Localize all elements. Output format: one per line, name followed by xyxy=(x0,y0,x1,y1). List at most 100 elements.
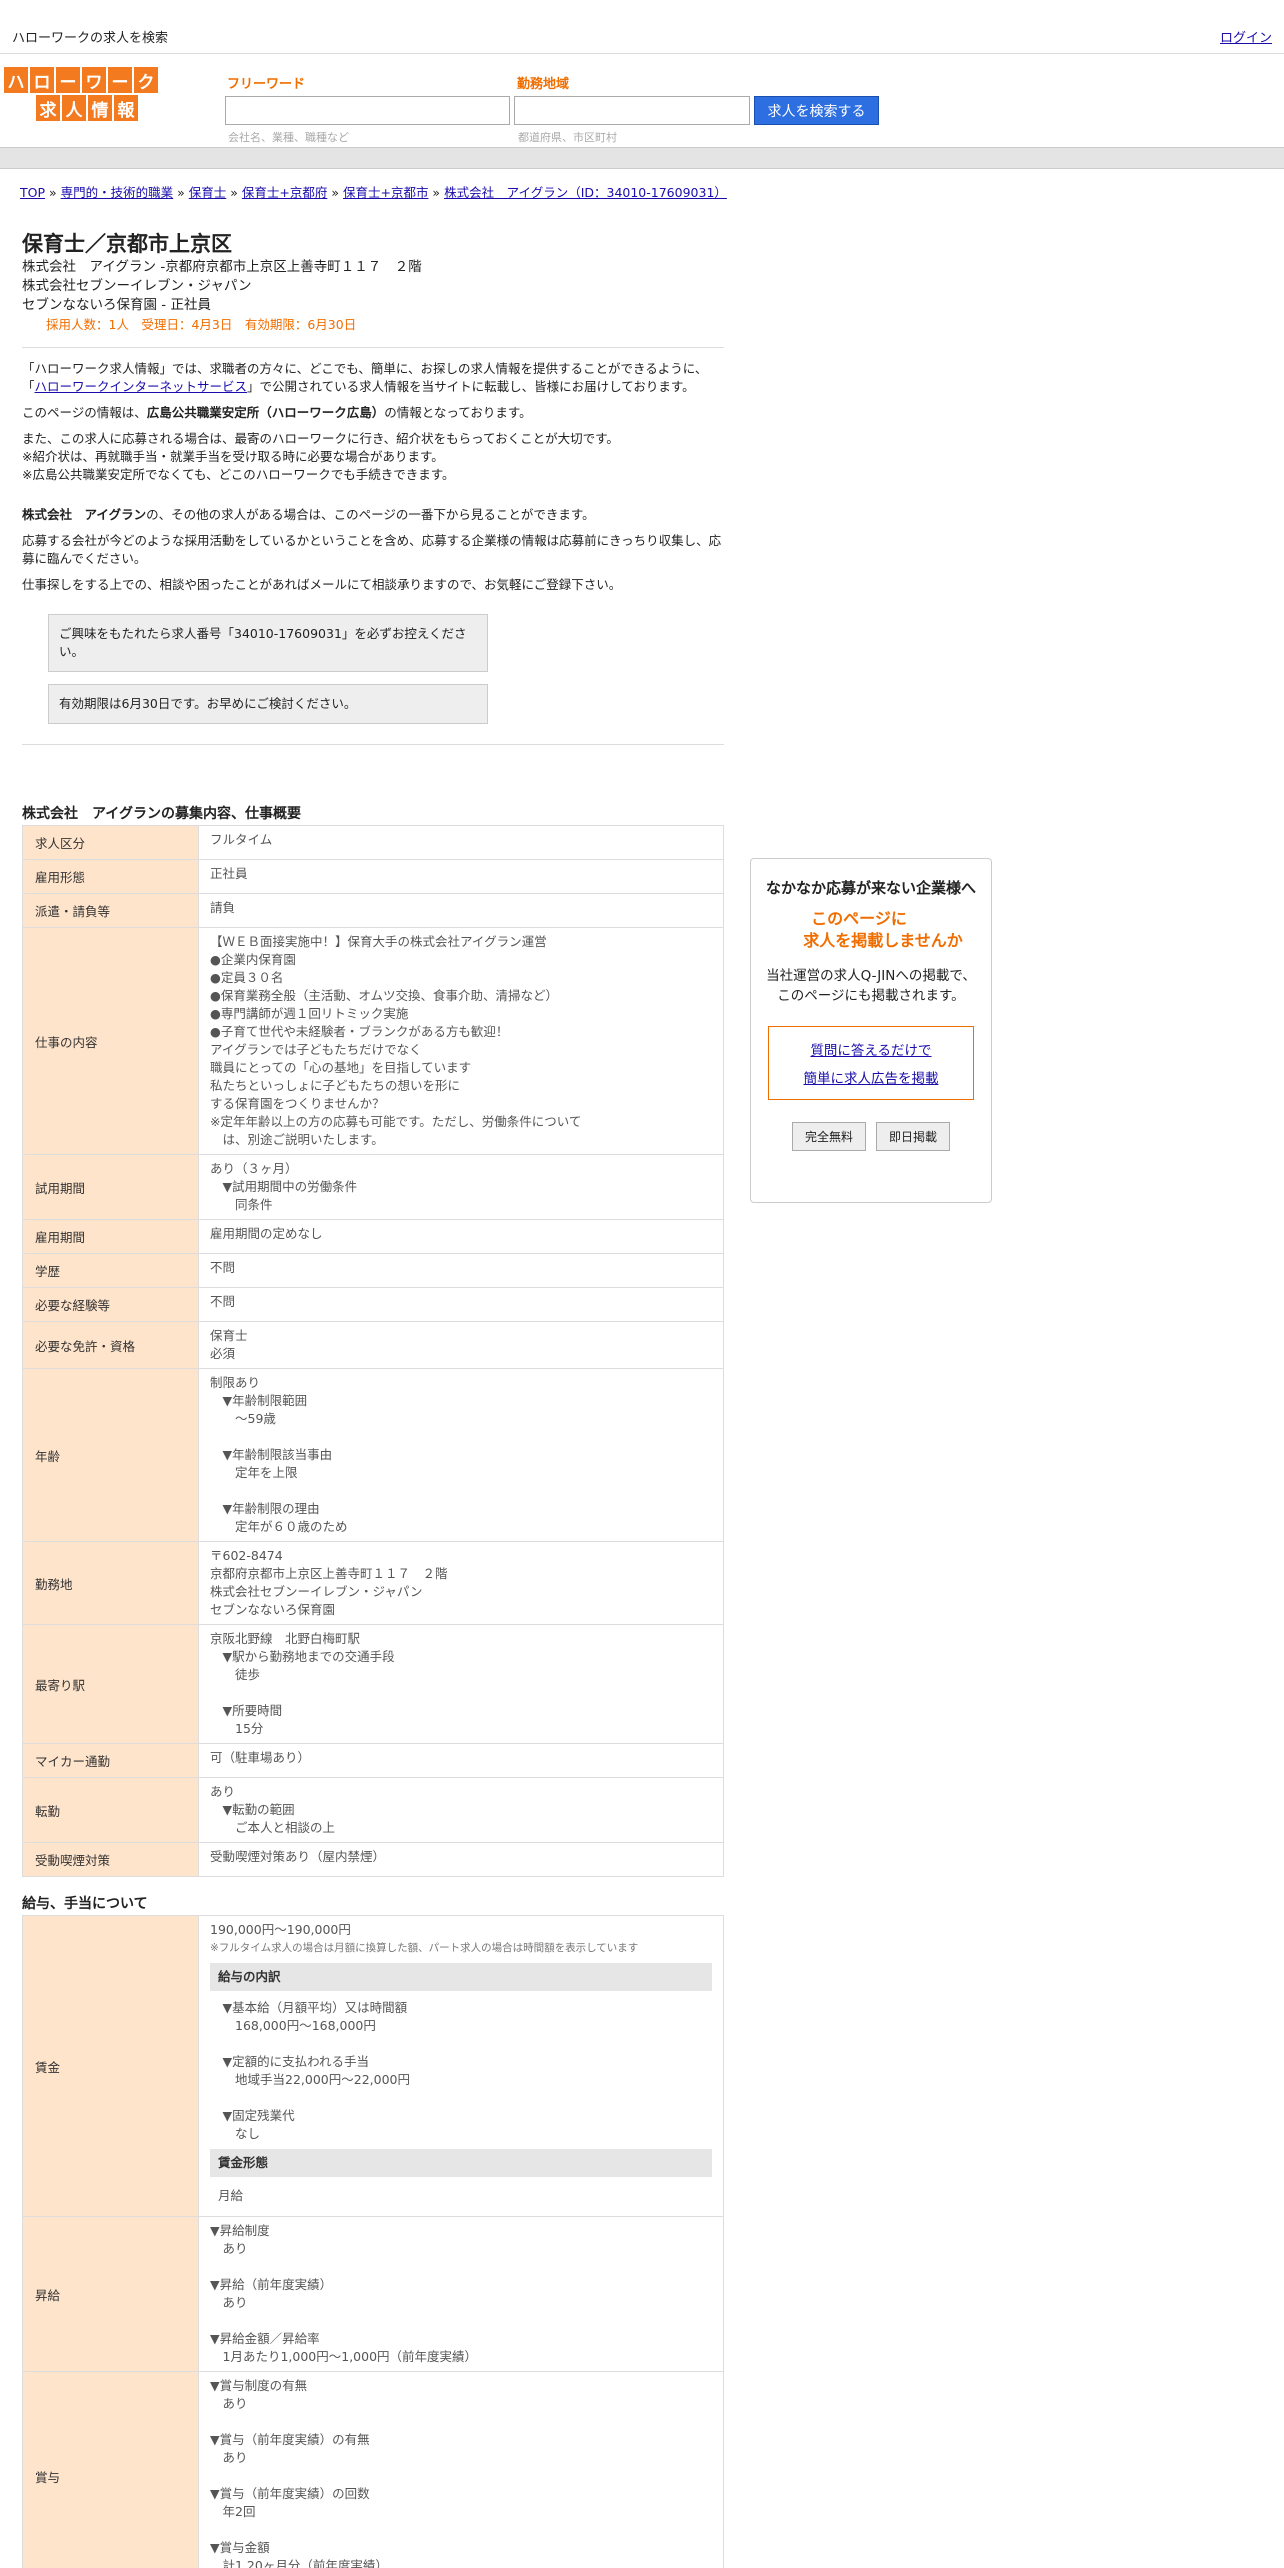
free-badge[interactable]: 完全無料 xyxy=(791,1122,866,1151)
row-header: 試用期間 xyxy=(22,1154,199,1220)
table-row: 転勤 あり ▼転勤の範囲 ご本人と相談の上 xyxy=(22,1777,724,1843)
job-overview-table: 求人区分 フルタイム 雇用形態 正社員 派遣・請負等 請負 仕事の内容 【ＷＥＢ面接実施中！】… xyxy=(22,825,724,1877)
promo-heading: なかなか応募が来ない企業様へ xyxy=(765,879,976,897)
table-row: 年齢 制限あり ▼年齢制限範囲 〜59歳 ▼年齢制限該当事由 定年を上限 ▼年齢制… xyxy=(22,1368,724,1542)
wage-breakdown: ▼基本給（月額平均）又は時間額 168,000円〜168,000円 ▼定額的に支… xyxy=(222,2000,410,2141)
wage-form: 月給 xyxy=(218,2188,244,2203)
logo-char: 情 xyxy=(88,95,112,121)
logo-char: ー xyxy=(56,67,80,93)
area-input[interactable] xyxy=(514,96,750,125)
breadcrumb-link[interactable]: 株式会社 アイグラン（ID：34010-17609031） xyxy=(444,185,727,200)
table-row: 試用期間 あり（３ヶ月） ▼試用期間中の労働条件 同条件 xyxy=(22,1154,724,1220)
table-row: 雇用期間 雇用期間の定めなし xyxy=(22,1219,724,1254)
table-row: 雇用形態 正社員 xyxy=(22,859,724,894)
referral-paragraph: また、この求人に応募される場合は、最寄のハローワークに行き、紹介状をもらっておく… xyxy=(22,431,619,446)
wage-range: 190,000円〜190,000円 xyxy=(210,1922,351,1937)
source-paragraph: このページの情報は、広島公共職業安定所（ハローワーク広島）の情報となっております… xyxy=(22,405,532,420)
promo-catchphrase: このページに 求人を掲載しませんか xyxy=(803,909,963,950)
wage-form-heading: 賃金形態 xyxy=(210,2149,712,2177)
job-number-note: ご興味をもたれたら求人番号「34010-17609031」を必ずお控えください。 xyxy=(48,614,488,672)
top-bar: ハローワークの求人を検索 ログイン xyxy=(0,0,1284,54)
row-value: あり（３ヶ月） ▼試用期間中の労働条件 同条件 xyxy=(198,1154,724,1220)
hellowork-internet-link[interactable]: ハローワークインターネットサービス xyxy=(35,379,248,394)
breadcrumb-separator: » xyxy=(173,185,189,200)
wage-breakdown-heading: 給与の内訳 xyxy=(210,1963,712,1991)
row-header: 必要な経験等 xyxy=(22,1287,199,1322)
row-header: 最寄り駅 xyxy=(22,1624,199,1744)
row-header: 派遣・請負等 xyxy=(22,893,199,928)
logo-char: 求 xyxy=(36,95,60,121)
table-row: 学歴 不問 xyxy=(22,1253,724,1288)
consult-paragraph: 仕事探しをする上での、相談や困ったことがあればメールにて相談承りますので、お気軽… xyxy=(22,577,622,592)
row-value: 190,000円〜190,000円 ※フルタイム求人の場合は月額に換算した額、パ… xyxy=(198,1915,724,2217)
breadcrumb-link[interactable]: 保育士+京都府 xyxy=(242,185,327,200)
breadcrumb-link[interactable]: 保育士 xyxy=(189,185,227,200)
job-stats: 採用人数：1人 受理日：4月3日 有効期限：6月30日 xyxy=(46,317,357,332)
row-header: 受動喫煙対策 xyxy=(22,1842,199,1877)
row-value: ▼賞与制度の有無 あり ▼賞与（前年度実績）の有無 あり ▼賞与（前年度実績）の… xyxy=(198,2371,724,2568)
same-day-badge[interactable]: 即日掲載 xyxy=(876,1122,951,1151)
promo-link-box: 質問に答えるだけで 簡単に求人広告を掲載 xyxy=(768,1026,974,1100)
logo-char: 人 xyxy=(62,95,86,121)
table-row: 勤務地 〒602-8474 京都府京都市上京区上善寺町１１７ ２階 株式会社セブン… xyxy=(22,1541,724,1625)
row-value: 受動喫煙対策あり（屋内禁煙） xyxy=(198,1842,724,1877)
wage-note: ※フルタイム求人の場合は月額に換算した額、パート求人の場合は時間額を表示していま… xyxy=(210,1942,639,1954)
table-row: 賞与 ▼賞与制度の有無 あり ▼賞与（前年度実績）の有無 あり ▼賞与（前年度実… xyxy=(22,2371,724,2568)
table-row: マイカー通勤 可（駐車場あり） xyxy=(22,1743,724,1778)
promo-badges: 完全無料 即日掲載 xyxy=(751,1122,991,1151)
breadcrumb-link[interactable]: 保育士+京都市 xyxy=(343,185,428,200)
table-row: 必要な免許・資格 保育士 必須 xyxy=(22,1321,724,1369)
promo-link-post-ad[interactable]: 簡単に求人広告を掲載 xyxy=(769,1067,973,1087)
advertiser-promo-box: なかなか応募が来ない企業様へ このページに 求人を掲載しませんか 当社運営の求人Q… xyxy=(750,858,992,1203)
section-title-salary: 給与、手当について xyxy=(22,1896,148,1912)
section-title-overview: 株式会社 アイグランの募集内容、仕事概要 xyxy=(22,806,302,822)
row-header: 学歴 xyxy=(22,1253,199,1288)
row-value: 京阪北野線 北野白梅町駅 ▼駅から勤務地までの交通手段 徒歩 ▼所要時間 15分 xyxy=(198,1624,724,1744)
job-workplace-company: 株式会社セブンーイレブン・ジャパン xyxy=(22,278,252,294)
row-header: 勤務地 xyxy=(22,1541,199,1625)
row-header: 賃金 xyxy=(22,1915,199,2217)
row-header: 雇用形態 xyxy=(22,859,199,894)
breadcrumb: TOP » 専門的・技術的職業 » 保育士 » 保育士+京都府 » 保育士+京都… xyxy=(20,182,727,201)
breadcrumb-link[interactable]: 専門的・技術的職業 xyxy=(61,185,174,200)
row-header: 転勤 xyxy=(22,1777,199,1843)
row-value: 不問 xyxy=(198,1253,724,1288)
other-jobs-paragraph: 株式会社 アイグランの、その他の求人がある場合は、このページの一番下から見ること… xyxy=(22,507,595,522)
logo-char: ロ xyxy=(30,67,54,93)
row-value: ▼昇給制度 あり ▼昇給（前年度実績） あり ▼昇給金額／昇給率 1月あたり1,… xyxy=(198,2216,724,2372)
promo-text: 当社運営の求人Q-JINへの掲載で、 このページにも掲載されます。 xyxy=(766,968,976,1004)
breadcrumb-separator: » xyxy=(327,185,343,200)
logo-char: ハ xyxy=(4,67,28,93)
apply-advice-paragraph: 応募する会社が今どのような採用活動をしているかということを含め、応募する企業様の… xyxy=(22,533,722,566)
search-button[interactable]: 求人を検索する xyxy=(754,96,879,125)
job-company-address: 株式会社 アイグラン -京都府京都市上京区上善寺町１１７ ２階 xyxy=(22,259,422,275)
area-label: 勤務地域 xyxy=(517,77,570,92)
breadcrumb-link[interactable]: TOP xyxy=(20,185,45,200)
site-logo[interactable]: ハローワーク 求人情報 xyxy=(4,67,180,123)
logo-char: ー xyxy=(108,67,132,93)
table-row: 賃金 190,000円〜190,000円 ※フルタイム求人の場合は月額に換算した… xyxy=(22,1915,724,2217)
logo-char: ク xyxy=(134,67,158,93)
login-link[interactable]: ログイン xyxy=(1220,27,1272,46)
row-value: 雇用期間の定めなし xyxy=(198,1219,724,1254)
table-row: 派遣・請負等 請負 xyxy=(22,893,724,928)
breadcrumb-separator: » xyxy=(428,185,445,200)
row-value: 不問 xyxy=(198,1287,724,1322)
area-hint: 都道府県、市区町村 xyxy=(518,131,617,144)
promo-link-question[interactable]: 質問に答えるだけで xyxy=(769,1039,973,1059)
row-header: 年齢 xyxy=(22,1368,199,1542)
row-value: フルタイム xyxy=(198,825,724,860)
freeword-input[interactable] xyxy=(225,96,510,125)
header: ハローワーク 求人情報 フリーワード 会社名、業種、職種など 勤務地域 都道府県… xyxy=(0,55,1284,145)
divider xyxy=(22,347,724,348)
row-header: 必要な免許・資格 xyxy=(22,1321,199,1369)
row-value: 保育士 必須 xyxy=(198,1321,724,1369)
site-title: ハローワークの求人を検索 xyxy=(12,31,169,46)
table-row: 求人区分 フルタイム xyxy=(22,825,724,860)
row-value: 〒602-8474 京都府京都市上京区上善寺町１１７ ２階 株式会社セブンーイレ… xyxy=(198,1541,724,1625)
referral-note-2: ※広島公共職業安定所でなくても、どこのハローワークでも手続きできます。 xyxy=(22,467,455,482)
row-value: あり ▼転勤の範囲 ご本人と相談の上 xyxy=(198,1777,724,1843)
freeword-hint: 会社名、業種、職種など xyxy=(228,131,349,144)
breadcrumb-separator: » xyxy=(45,185,61,200)
logo-char: 報 xyxy=(114,95,138,121)
